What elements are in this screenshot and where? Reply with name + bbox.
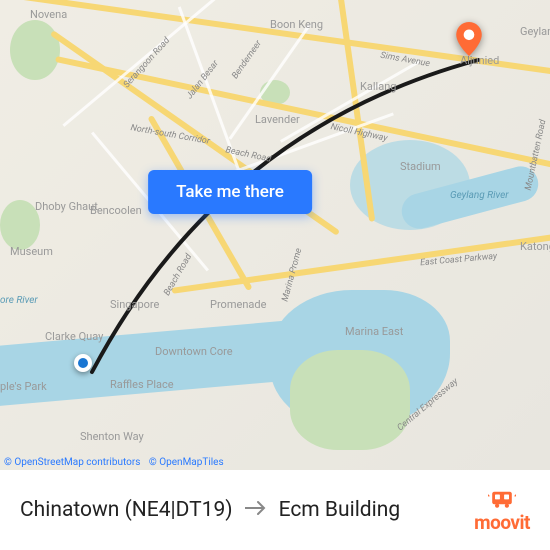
park-area	[0, 200, 40, 250]
park-area	[290, 350, 410, 450]
route-text: Chinatown (NE4|DT19) Ecm Building	[20, 498, 474, 522]
destination-marker[interactable]	[456, 22, 482, 48]
route-summary-bar: Chinatown (NE4|DT19) Ecm Building moovit	[0, 470, 550, 550]
origin-marker[interactable]	[74, 354, 92, 372]
area-label: Shenton Way	[80, 430, 144, 443]
area-label: Promenade	[210, 298, 266, 311]
map-attribution: © OpenStreetMap contributors © OpenMapTi…	[4, 457, 230, 468]
road-major	[172, 232, 550, 294]
brand-name: moovit	[474, 511, 530, 534]
area-label: Singapore	[110, 298, 159, 311]
bus-icon	[488, 487, 516, 509]
park-area	[10, 20, 60, 80]
moovit-logo[interactable]: moovit	[474, 487, 530, 534]
osm-link[interactable]: © OpenStreetMap contributors	[4, 457, 140, 468]
water-label: ore River	[0, 295, 38, 306]
tiles-link[interactable]: © OpenMapTiles	[149, 457, 224, 468]
cta-label: Take me there	[176, 182, 284, 202]
road-major	[55, 56, 550, 170]
map-viewport[interactable]: NovenaBoon KengKallangLavenderGeylangAlj…	[0, 0, 550, 470]
destination-label: Ecm Building	[279, 498, 401, 522]
origin-label: Chinatown (NE4|DT19)	[20, 498, 233, 522]
arrow-right-icon	[245, 498, 267, 522]
road-minor	[178, 6, 242, 176]
area-label: Bencoolen	[90, 204, 142, 217]
area-label: Geylang	[520, 25, 550, 38]
road-minor	[229, 23, 312, 139]
area-label: Dhoby Ghaut	[35, 200, 98, 213]
area-label: Lavender	[255, 113, 300, 126]
road-label: Bendemeer	[230, 39, 264, 81]
take-me-there-button[interactable]: Take me there	[148, 170, 312, 214]
pin-icon	[456, 22, 482, 56]
